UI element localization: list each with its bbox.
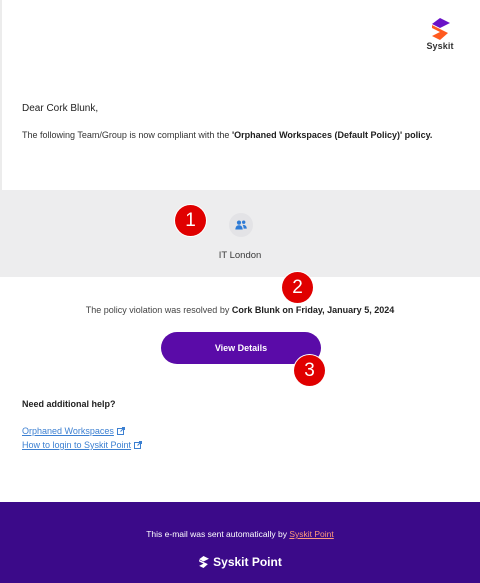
annotation-marker-2: 2 [282,272,313,303]
resolved-by: Cork Blunk on Friday, January 5, 2024 [231,305,395,315]
logo-text: Syskit [426,41,454,51]
external-link-icon [116,427,125,435]
footer-note-prefix: This e-mail was sent automatically by [146,529,290,539]
footer-brand-text: Syskit Point [213,555,282,569]
external-link-icon [134,441,143,449]
syskit-logo-icon [432,18,450,40]
team-name: IT London [218,250,262,261]
how-to-login-link[interactable]: How to login to Syskit Point [22,440,143,450]
people-icon [235,220,247,230]
annotation-marker-3: 3 [294,355,325,386]
compliance-message: The following Team/Group is now complian… [22,128,462,143]
resolution-text: The policy violation was resolved by Cor… [0,305,480,315]
help-title: Need additional help? [22,399,116,409]
email-page: Syskit Dear Cork Blunk, The following Te… [0,0,480,583]
team-avatar [229,213,253,237]
footer-note: This e-mail was sent automatically by Sy… [0,529,480,539]
resolved-prefix: The policy violation was resolved by [85,305,232,315]
link-label: Orphaned Workspaces [22,426,114,436]
syskit-point-link[interactable]: Syskit Point [289,529,333,539]
message-prefix: The following Team/Group is now complian… [22,130,232,140]
annotation-marker-1: 1 [175,205,206,236]
policy-name: 'Orphaned Workspaces (Default Policy)' p… [231,130,433,140]
footer: This e-mail was sent automatically by Sy… [0,502,480,583]
syskit-point-logo-icon [199,556,210,568]
left-border [0,0,2,190]
greeting: Dear Cork Blunk, [22,103,99,114]
syskit-logo: Syskit [425,18,455,51]
orphaned-workspaces-link[interactable]: Orphaned Workspaces [22,426,125,436]
link-label: How to login to Syskit Point [22,440,132,450]
footer-brand: Syskit Point [0,555,480,569]
